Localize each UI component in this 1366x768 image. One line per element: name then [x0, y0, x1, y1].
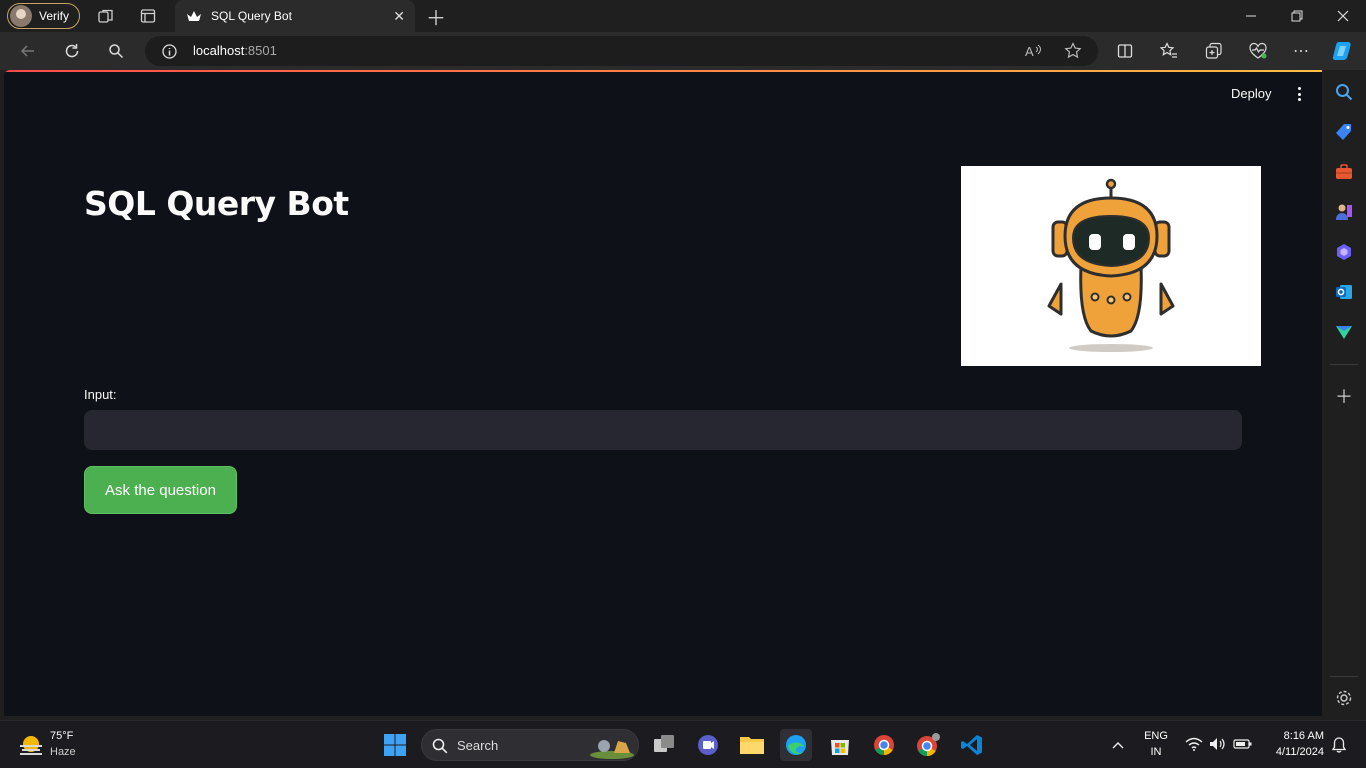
sidebar-tools-icon[interactable]: [1334, 162, 1354, 182]
task-view-icon[interactable]: [648, 729, 680, 761]
read-aloud-icon[interactable]: A: [1024, 42, 1044, 60]
favorites-icon[interactable]: [1159, 41, 1179, 61]
browser-toolbar: localhost:8501 A ⋯: [0, 32, 1366, 70]
taskbar-search[interactable]: Search: [421, 729, 639, 761]
refresh-icon[interactable]: [62, 41, 82, 61]
copilot-icon[interactable]: [1331, 39, 1355, 63]
language-primary[interactable]: ENG: [1142, 730, 1170, 742]
deploy-button[interactable]: Deploy: [1231, 86, 1271, 101]
weather-temperature[interactable]: 75°F: [50, 730, 73, 742]
browser-sidebar: ＋: [1322, 70, 1366, 716]
store-icon[interactable]: [824, 729, 856, 761]
svg-text:A: A: [1025, 44, 1034, 58]
sidebar-outlook-icon[interactable]: [1334, 282, 1354, 302]
sidebar-copilot-icon[interactable]: [1334, 242, 1354, 262]
vscode-icon[interactable]: [956, 729, 988, 761]
profile-label: Verify: [39, 9, 70, 23]
sidebar-divider: [1330, 364, 1358, 365]
favorite-star-icon[interactable]: [1063, 42, 1083, 60]
chrome-icon[interactable]: [868, 729, 900, 761]
sidebar-add-icon[interactable]: ＋: [1334, 386, 1354, 407]
clock-date[interactable]: 4/11/2024: [1262, 746, 1324, 758]
sidebar-divider: [1330, 676, 1358, 677]
streamlit-app: Deploy SQL Query Bot Input: Ask the ques…: [4, 70, 1322, 716]
meet-icon[interactable]: [692, 729, 724, 761]
restore-icon[interactable]: [1274, 0, 1320, 32]
notifications-icon[interactable]: [1331, 736, 1347, 754]
url-text: localhost:8501: [193, 43, 277, 58]
streamlit-favicon-icon: [187, 11, 201, 21]
sidebar-shopping-icon[interactable]: [1334, 122, 1354, 142]
back-icon[interactable]: [18, 41, 38, 61]
input-label: Input:: [84, 387, 117, 402]
file-explorer-icon[interactable]: [736, 729, 768, 761]
minimize-icon[interactable]: [1228, 0, 1274, 32]
robot-image: [961, 166, 1261, 366]
sidebar-games-icon[interactable]: [1334, 202, 1354, 222]
clock-time[interactable]: 8:16 AM: [1262, 730, 1324, 742]
header-decoration: [4, 70, 1322, 72]
edge-icon[interactable]: [780, 729, 812, 761]
close-tab-icon[interactable]: ✕: [393, 8, 405, 25]
weather-haze-icon[interactable]: [18, 733, 44, 759]
tab-title: SQL Query Bot: [211, 9, 292, 23]
new-tab-icon[interactable]: ＋: [426, 5, 446, 30]
address-bar[interactable]: localhost:8501 A: [145, 36, 1098, 66]
start-button[interactable]: [379, 729, 411, 761]
show-hidden-icons-icon[interactable]: [1110, 737, 1126, 753]
chrome-profile-icon[interactable]: [912, 729, 944, 761]
settings-more-icon[interactable]: ⋯: [1291, 41, 1311, 61]
workspaces-icon[interactable]: [96, 7, 116, 25]
tab-sql-query-bot[interactable]: SQL Query Bot ✕: [175, 0, 415, 32]
language-secondary[interactable]: IN: [1142, 746, 1170, 758]
weather-description[interactable]: Haze: [50, 746, 76, 758]
close-window-icon[interactable]: [1320, 0, 1366, 32]
taskbar-search-icon: [432, 738, 448, 754]
collections-icon[interactable]: [1204, 41, 1224, 61]
url-port: :8501: [244, 43, 277, 58]
volume-icon[interactable]: [1209, 736, 1227, 752]
url-host: localhost: [193, 43, 245, 58]
avatar: [10, 5, 32, 27]
taskbar-search-label: Search: [457, 738, 499, 753]
page-title: SQL Query Bot: [84, 184, 349, 223]
windows-taskbar: 75°F Haze Search ENG IN 8:16 AM 4/11/202…: [0, 720, 1366, 768]
wifi-icon[interactable]: [1185, 736, 1203, 752]
profile-button[interactable]: Verify: [7, 3, 80, 29]
sidebar-search-icon[interactable]: [1334, 82, 1354, 102]
browser-essentials-icon[interactable]: [1248, 41, 1268, 61]
ask-question-button[interactable]: Ask the question: [84, 466, 237, 514]
sidebar-drop-icon[interactable]: [1334, 322, 1354, 342]
split-screen-icon[interactable]: [1115, 41, 1135, 61]
sidebar-settings-icon[interactable]: [1334, 688, 1354, 708]
battery-icon[interactable]: [1233, 736, 1253, 752]
browser-titlebar: Verify SQL Query Bot ✕ ＋: [0, 0, 1366, 32]
search-highlight-icon: [590, 740, 634, 759]
question-input[interactable]: [84, 410, 1242, 450]
site-info-icon[interactable]: [161, 43, 177, 59]
main-menu-icon[interactable]: [1293, 86, 1305, 102]
search-icon[interactable]: [106, 41, 126, 61]
robot-illustration: [1047, 178, 1175, 352]
tab-actions-icon[interactable]: [138, 7, 158, 25]
